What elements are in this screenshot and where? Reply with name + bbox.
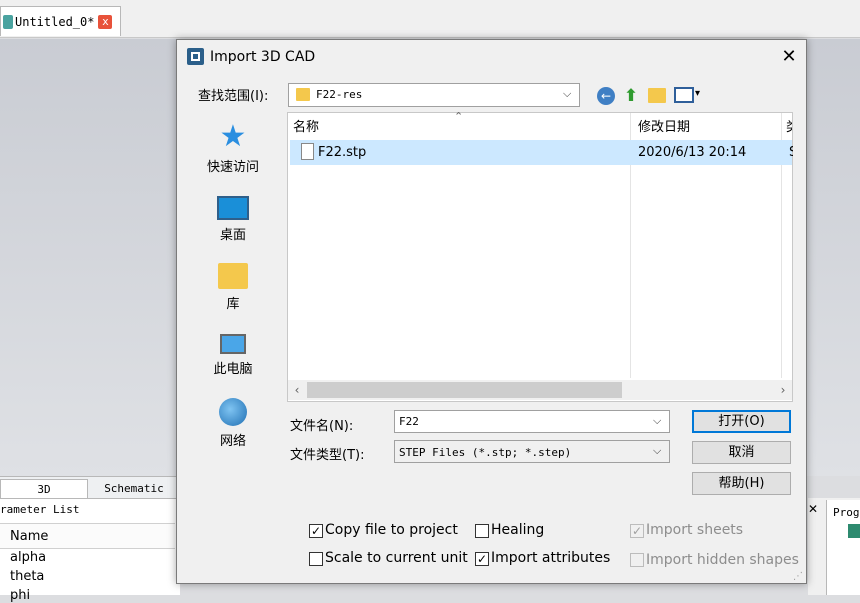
parameter-list-title: rameter List: [0, 503, 80, 516]
help-button[interactable]: 帮助(H): [692, 472, 791, 495]
look-in-value: F22-res: [316, 88, 363, 101]
folder-icon: [296, 88, 310, 101]
file-name-input[interactable]: F22 ⌵: [394, 410, 670, 433]
place-this-pc[interactable]: 此电脑: [193, 328, 273, 377]
scroll-right-icon[interactable]: ›: [774, 380, 792, 400]
tab-3d[interactable]: 3D: [0, 479, 88, 498]
network-globe-icon: [219, 398, 247, 426]
sort-ascending-icon: ⌃: [454, 110, 464, 123]
up-folder-button[interactable]: ⬆: [622, 86, 640, 106]
file-icon: [301, 143, 314, 160]
copy-file-label: Copy file to project: [325, 522, 458, 538]
scroll-left-icon[interactable]: ‹: [288, 380, 306, 400]
column-header-type[interactable]: 类: [786, 116, 792, 135]
library-folder-icon: [218, 263, 248, 289]
document-tab[interactable]: Untitled_0* x: [0, 6, 121, 36]
place-label: 桌面: [219, 228, 246, 243]
chevron-down-icon[interactable]: ⌵: [563, 87, 571, 101]
file-type-label: 文件类型(T):: [290, 448, 365, 463]
parameter-row-phi[interactable]: phi: [10, 588, 30, 603]
chevron-down-icon[interactable]: ⌵: [653, 444, 661, 458]
file-modified: 2020/6/13 20:14: [638, 145, 747, 160]
file-type: S: [789, 145, 793, 160]
file-type-select[interactable]: STEP Files (*.stp; *.step) ⌵: [394, 440, 670, 463]
open-button[interactable]: 打开(O): [692, 410, 791, 433]
tree-node-icon[interactable]: [848, 524, 860, 538]
dialog-title: Import 3D CAD: [210, 49, 316, 65]
file-type-value: STEP Files (*.stp; *.step): [399, 446, 572, 459]
import-sheets-checkbox: ✓: [630, 524, 644, 538]
place-network[interactable]: 网络: [193, 398, 273, 449]
star-icon: ★: [219, 119, 247, 154]
place-label: 快速访问: [206, 160, 259, 175]
new-folder-icon[interactable]: [648, 88, 666, 103]
view-menu-icon[interactable]: [674, 87, 694, 103]
import-hidden-checkbox: [630, 553, 644, 567]
parameter-row-alpha[interactable]: alpha: [10, 550, 46, 565]
chevron-down-icon[interactable]: ⌵: [653, 414, 661, 428]
desktop-icon: [217, 196, 249, 220]
look-in-label: 查找范围(I):: [198, 89, 269, 104]
file-name-value: F22: [399, 415, 419, 428]
app-logo-icon: [3, 14, 13, 29]
dialog-app-icon: [187, 48, 204, 65]
file-name: F22.stp: [318, 145, 367, 160]
healing-label: Healing: [491, 522, 545, 538]
import-hidden-label: Import hidden shapes: [646, 552, 799, 568]
import-attributes-checkbox[interactable]: ✓: [475, 552, 489, 566]
import-attributes-label: Import attributes: [491, 550, 611, 566]
close-tab-icon[interactable]: x: [98, 14, 113, 29]
scale-unit-label: Scale to current unit: [325, 550, 468, 566]
scrollbar-thumb[interactable]: [307, 382, 622, 398]
parameter-row-theta[interactable]: theta: [10, 569, 44, 584]
progress-panel-title: Prog: [826, 500, 860, 595]
import-sheets-label: Import sheets: [646, 522, 744, 538]
panel-close-icon[interactable]: ✕: [806, 502, 820, 516]
back-button[interactable]: ←: [597, 87, 615, 105]
cancel-button[interactable]: 取消: [692, 441, 791, 464]
document-tab-label: Untitled_0*: [15, 14, 95, 29]
parameter-name-column[interactable]: Name: [0, 523, 175, 549]
place-desktop[interactable]: 桌面: [193, 192, 273, 243]
computer-icon: [220, 334, 246, 354]
place-label: 此电脑: [213, 362, 253, 377]
place-libraries[interactable]: 库: [193, 261, 273, 312]
tab-schematic[interactable]: Schematic: [90, 479, 178, 498]
copy-file-checkbox[interactable]: ✓: [309, 524, 323, 538]
place-label: 网络: [219, 434, 246, 449]
resize-grip-icon[interactable]: ⋰: [793, 571, 803, 582]
document-tab-bar: [0, 0, 860, 38]
scale-unit-checkbox[interactable]: [309, 552, 323, 566]
healing-checkbox[interactable]: [475, 524, 489, 538]
column-header-name[interactable]: 名称: [293, 116, 319, 135]
place-label: 库: [226, 297, 240, 312]
view-menu-arrow-icon[interactable]: ▾: [695, 88, 700, 99]
dialog-close-button[interactable]: ✕: [776, 44, 802, 70]
file-name-label: 文件名(N):: [290, 419, 354, 434]
column-header-modified[interactable]: 修改日期: [638, 116, 690, 135]
place-quick-access[interactable]: ★ 快速访问: [193, 119, 273, 176]
